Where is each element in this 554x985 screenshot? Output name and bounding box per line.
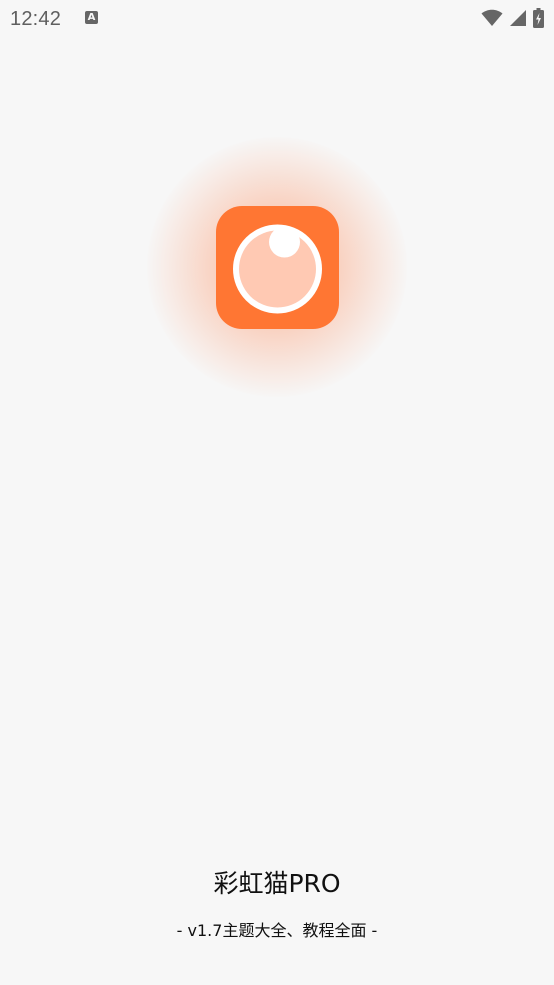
status-icons bbox=[481, 8, 544, 28]
app-tagline: - v1.7主题大全、教程全面 - bbox=[176, 921, 378, 940]
status-bar: 12:42 A bbox=[0, 0, 554, 38]
app-logo bbox=[216, 206, 339, 329]
app-name: 彩虹猫PRO bbox=[213, 869, 341, 898]
cellular-signal-icon bbox=[509, 9, 527, 27]
notification-a-icon: A bbox=[85, 11, 98, 24]
wifi-icon bbox=[481, 9, 503, 27]
status-time: 12:42 bbox=[10, 8, 62, 30]
camera-lens-icon bbox=[233, 224, 322, 314]
battery-charging-icon bbox=[533, 8, 544, 28]
